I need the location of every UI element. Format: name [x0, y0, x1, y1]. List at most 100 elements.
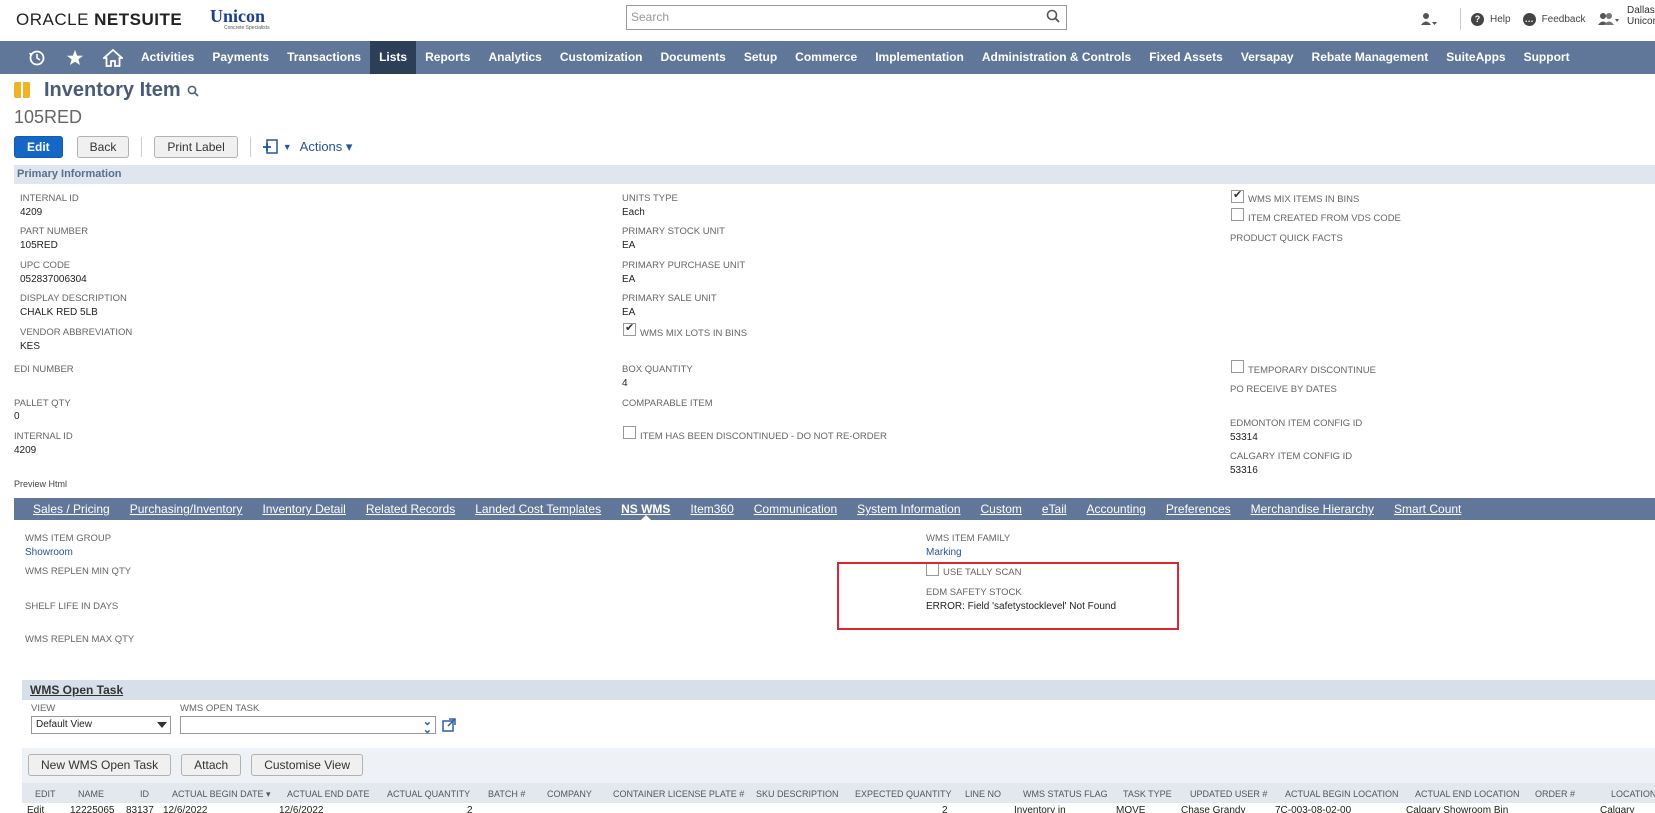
nav-activities[interactable]: Activities: [132, 41, 203, 74]
row-edit-link[interactable]: Edit: [27, 805, 44, 813]
column-header[interactable]: COMPANY: [547, 789, 592, 799]
subtab-communication[interactable]: Communication: [744, 498, 847, 520]
row-name-link[interactable]: 12225065: [70, 805, 115, 813]
column-header[interactable]: LOCATION: [1611, 789, 1655, 799]
wms-item-family-link[interactable]: Marking: [926, 547, 962, 558]
nav-documents[interactable]: Documents: [651, 41, 734, 74]
column-header[interactable]: ACTUAL QUANTITY: [387, 789, 470, 799]
nav-setup[interactable]: Setup: [735, 41, 786, 74]
preview-html-link[interactable]: Preview Html: [14, 479, 67, 489]
row-id-link[interactable]: 83137: [126, 805, 154, 813]
nav-customization[interactable]: Customization: [551, 41, 652, 74]
wms-open-task-title[interactable]: WMS Open Task: [30, 683, 123, 697]
wms-item-group-link[interactable]: Showroom: [25, 547, 73, 558]
shortcuts-button[interactable]: [56, 41, 94, 74]
column-header[interactable]: CONTAINER LICENSE PLATE #: [613, 789, 744, 799]
nav-reports[interactable]: Reports: [416, 41, 479, 74]
edmonton-config-value: 53314: [1230, 432, 1258, 443]
global-search[interactable]: [626, 5, 1067, 30]
subtab-custom[interactable]: Custom: [971, 498, 1032, 520]
view-select[interactable]: Default View: [31, 716, 171, 734]
column-header[interactable]: ID: [140, 789, 149, 799]
column-header[interactable]: EXPECTED QUANTITY: [855, 789, 952, 799]
item-discontinued-label: ITEM HAS BEEN DISCONTINUED - DO NOT RE-O…: [640, 431, 887, 442]
row-updated-user[interactable]: Chase Grandy: [1181, 805, 1245, 813]
column-header[interactable]: NAME: [78, 789, 104, 799]
primary-sale-unit-label: PRIMARY SALE UNIT: [622, 293, 717, 304]
vendor-abbreviation-label: VENDOR ABBREVIATION: [20, 327, 133, 338]
new-wms-open-task-button[interactable]: New WMS Open Task: [28, 754, 172, 776]
wms-item-group-label: WMS ITEM GROUP: [25, 533, 112, 544]
nav-administration-controls[interactable]: Administration & Controls: [973, 41, 1140, 74]
nav-versapay[interactable]: Versapay: [1232, 41, 1303, 74]
row-task-type: MOVE: [1116, 805, 1146, 813]
home-button[interactable]: [94, 41, 132, 74]
column-header[interactable]: TASK TYPE: [1123, 789, 1172, 799]
user-name[interactable]: Dallas Unicon: [1627, 5, 1655, 27]
subtab-system-information[interactable]: System Information: [847, 498, 970, 520]
user-menu[interactable]: [1597, 12, 1620, 26]
column-header[interactable]: BATCH #: [488, 789, 525, 799]
nav-lists[interactable]: Lists: [370, 41, 417, 74]
nav-support[interactable]: Support: [1515, 41, 1579, 74]
search-icon[interactable]: [187, 85, 199, 97]
nav-transactions[interactable]: Transactions: [278, 41, 370, 74]
oracle-netsuite-logo[interactable]: ORACLE NETSUITE: [16, 10, 182, 30]
actions-menu[interactable]: Actions ▾: [300, 139, 353, 155]
recent-records-button[interactable]: [18, 41, 56, 74]
subtab-landed-cost-templates[interactable]: Landed Cost Templates: [465, 498, 611, 520]
nav-analytics[interactable]: Analytics: [479, 41, 550, 74]
open-external-icon[interactable]: [442, 718, 456, 732]
column-header[interactable]: ACTUAL BEGIN LOCATION: [1285, 789, 1399, 799]
toolbar-divider: [249, 137, 251, 157]
edi-number-label: EDI NUMBER: [14, 364, 74, 375]
primary-information-header[interactable]: Primary Information: [14, 165, 1655, 184]
display-description-value: CHALK RED 5LB: [20, 307, 98, 318]
search-input[interactable]: [627, 6, 1027, 28]
subtab-ns-wms[interactable]: NS WMS: [611, 498, 680, 521]
attach-button[interactable]: Attach: [181, 754, 242, 776]
back-button[interactable]: Back: [76, 136, 130, 158]
subtab-merchandise-hierarchy[interactable]: Merchandise Hierarchy: [1241, 498, 1384, 520]
subtab-sales-pricing[interactable]: Sales / Pricing: [23, 498, 120, 520]
customise-view-button[interactable]: Customise View: [251, 754, 363, 776]
column-header[interactable]: EDIT: [35, 789, 56, 799]
company-logo[interactable]: Unicon Concrete Specialists: [210, 6, 270, 31]
column-header[interactable]: UPDATED USER #: [1190, 789, 1267, 799]
subtab-inventory-detail[interactable]: Inventory Detail: [252, 498, 355, 520]
nav-implementation[interactable]: Implementation: [866, 41, 973, 74]
subtab-accounting[interactable]: Accounting: [1077, 498, 1156, 520]
column-header[interactable]: ORDER #: [1535, 789, 1575, 799]
role-switch[interactable]: [1420, 12, 1438, 26]
chevron-down-icon: [157, 722, 167, 728]
subtab-etail[interactable]: eTail: [1032, 498, 1077, 520]
feedback-link[interactable]: … Feedback: [1522, 12, 1586, 26]
column-header[interactable]: ACTUAL END LOCATION: [1415, 789, 1520, 799]
subtab-smart-count[interactable]: Smart Count: [1384, 498, 1471, 520]
subtab-preferences[interactable]: Preferences: [1156, 498, 1241, 520]
nav-payments[interactable]: Payments: [203, 41, 278, 74]
role-switch-icon: [1421, 13, 1437, 25]
edit-button[interactable]: Edit: [14, 136, 63, 158]
column-header[interactable]: ACTUAL BEGIN DATE ▾: [172, 789, 271, 800]
help-link[interactable]: ? Help: [1471, 12, 1511, 26]
column-header[interactable]: WMS STATUS FLAG: [1023, 789, 1108, 799]
primary-stock-unit-label: PRIMARY STOCK UNIT: [622, 226, 725, 237]
search-icon[interactable]: [1046, 9, 1060, 23]
record-subtabs: Sales / Pricing Purchasing/Inventory Inv…: [14, 498, 1655, 521]
subtab-purchasing-inventory[interactable]: Purchasing/Inventory: [120, 498, 253, 520]
print-label-button[interactable]: Print Label: [154, 136, 238, 158]
box-quantity-label: BOX QUANTITY: [622, 364, 693, 375]
wms-open-task-filter-select[interactable]: ⌄ ⌄: [180, 716, 436, 736]
subtab-item360[interactable]: Item360: [680, 498, 743, 520]
nav-fixed-assets[interactable]: Fixed Assets: [1140, 41, 1232, 74]
column-header[interactable]: ACTUAL END DATE: [287, 789, 370, 799]
nav-suiteapps[interactable]: SuiteApps: [1437, 41, 1514, 74]
column-header[interactable]: LINE NO: [965, 789, 1001, 799]
nav-rebate-management[interactable]: Rebate Management: [1303, 41, 1438, 74]
new-record-menu[interactable]: ▼: [262, 139, 292, 155]
column-header[interactable]: SKU DESCRIPTION: [756, 789, 839, 799]
nav-commerce[interactable]: Commerce: [786, 41, 866, 74]
subtab-related-records[interactable]: Related Records: [356, 498, 465, 520]
item-discontinued-checkbox: [623, 426, 636, 439]
